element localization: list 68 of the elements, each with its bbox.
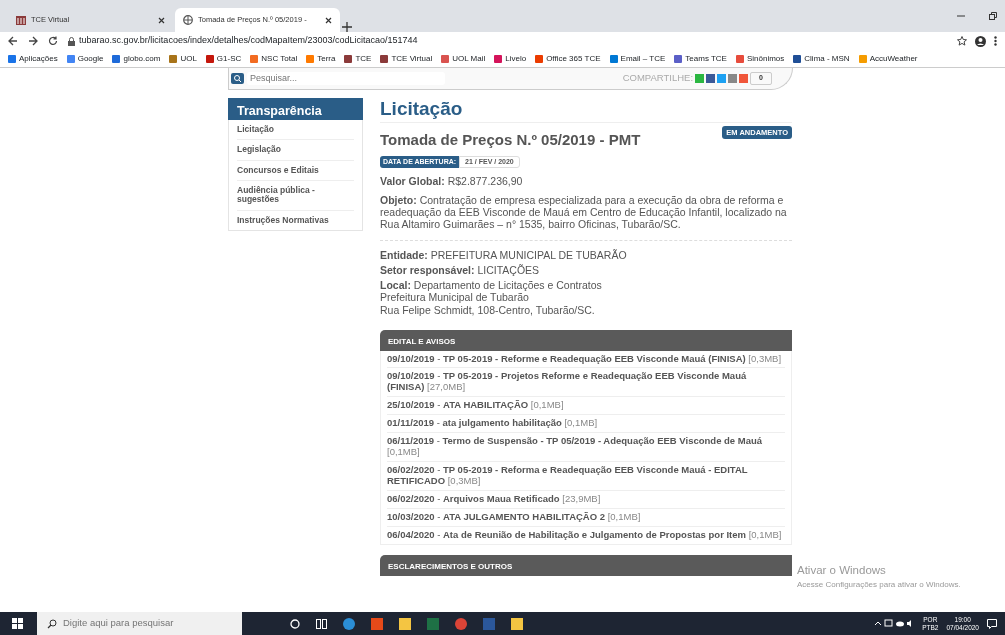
tender-title: Tomada de Preços N.º 05/2019 - PMT (380, 130, 641, 150)
activation-title: Ativar o Windows (797, 563, 887, 578)
close-icon[interactable] (325, 16, 332, 24)
sidebar-title: Transparência (228, 98, 363, 120)
sidebar-item[interactable]: Concursos e Editais (237, 160, 354, 182)
profile-icon[interactable] (975, 35, 986, 47)
detail-text: Setor responsável: LICITAÇÕES (380, 264, 541, 277)
bookmark-item[interactable]: Livelo (494, 52, 527, 65)
notification-icon[interactable] (987, 618, 997, 629)
close-icon[interactable] (158, 16, 165, 24)
new-tab-icon[interactable] (342, 22, 352, 32)
activation-text: Acesse Configurações para ativar o Windows. (797, 579, 961, 592)
minimize-icon[interactable] (957, 12, 965, 20)
bookmark-item[interactable]: Office 365 TCE (535, 52, 601, 65)
section-header: EDITAL E AVISOS (380, 329, 792, 351)
section-header: ESCLARECIMENTOS E OUTROS (380, 554, 792, 576)
lock-icon (68, 36, 75, 46)
bookmark-item[interactable]: TCE Virtual (380, 52, 433, 65)
document-link[interactable]: 25/10/2019 - ATA HABILITAÇÃO [0,1MB] (387, 397, 785, 416)
field-text: Objeto: Contratação de empresa especializada para a execução da obra de reforma e readequação da EEB Visconde de Mauá em Centro de Educação Infantil, localizado na Rua Altamiro Guimarães – n° 1535, bairro Oficinas, Tubarão/SC. (380, 194, 788, 231)
bookmark-item[interactable]: UOL Mail (441, 52, 486, 65)
bookmark-item[interactable]: Terra (306, 52, 336, 65)
share-label: COMPARTILHE: (622, 71, 694, 86)
document-link[interactable]: 06/04/2020 - Ata de Reunião de Habilitação e Julgamento de Propostas por Item [0,1MB] (387, 526, 785, 544)
document-link[interactable]: 09/10/2019 - TP 05-2019 - Projetos Reforme e Readequação EEB Visconde Mauá (FINISA) [27,0MB] (387, 368, 785, 398)
sidebar-item[interactable]: Instruções Normativas (237, 210, 354, 231)
sidebar-item[interactable]: Legislação (237, 140, 354, 161)
search-icon[interactable] (231, 73, 244, 84)
bookmark-item[interactable]: globo.com (112, 52, 161, 65)
bookmark-item[interactable]: Clima - MSN (793, 52, 850, 65)
search-icon (47, 618, 57, 629)
document-link[interactable]: 10/03/2020 - ATA JULGAMENTO HABILITAÇÃO 2 [0,1MB] (387, 508, 785, 527)
detail-text: Entidade: PREFEITURA MUNICIPAL DE TUBARÃO (380, 249, 628, 262)
bookmark-item[interactable]: TCE (344, 52, 372, 65)
bookmark-item[interactable]: AccuWeather (858, 52, 918, 65)
more-icon[interactable] (994, 36, 997, 46)
document-link[interactable]: 09/10/2019 - TP 05-2019 - Reforme e Readequação EEB Visconde Mauá (FINISA) [0,3MB] (387, 350, 785, 369)
bookmark-item[interactable]: Email – TCE (609, 52, 666, 65)
taskbar-search-field[interactable]: Digite aqui para pesquisar (63, 616, 233, 631)
document-link[interactable]: 01/11/2019 - ata julgamento habilitação [0,1MB] (387, 415, 785, 434)
cortana-icon[interactable] (290, 618, 300, 629)
forward-icon[interactable] (28, 36, 38, 46)
bookmark-item[interactable]: Teams TCE (674, 52, 727, 65)
page-heading: Licitação (380, 99, 792, 123)
search-field[interactable]: Pesquisar... (247, 72, 445, 85)
bookmark-item[interactable]: G1-SC (205, 52, 242, 65)
back-icon[interactable] (8, 36, 18, 46)
reload-icon[interactable] (48, 36, 58, 46)
document-link[interactable]: 06/02/2020 - TP 05-2019 - Reforma e Readequação EEB Visconde Mauá - EDITAL RETIFICADO [0,3MB] (387, 462, 785, 491)
sidebar-item[interactable]: Licitação (237, 120, 354, 141)
sidebar-item[interactable]: Audiência pública - sugestões (237, 181, 354, 211)
document-link[interactable]: 06/02/2020 - Arquivos Maua Retificado [23,9MB] (387, 490, 785, 509)
task-view-icon[interactable] (316, 618, 327, 629)
bookmark-item[interactable]: UOL (169, 52, 197, 65)
taskbar-search-box[interactable]: Digite aqui para pesquisar (37, 612, 242, 635)
globe-icon (183, 15, 193, 25)
detail-text: Local: Departamento de Licitações e Contratos Prefeitura Municipal de Tubarão Rua Felipe Schmidt, 108-Centro, Tubarão/SC. (380, 279, 603, 316)
bookmark-item[interactable]: Sinônimos (735, 52, 785, 65)
document-link[interactable]: 06/11/2019 - Termo de Suspensão - TP 05/2019 - Adequação EEB Visconde de Mauá [0,1MB] (387, 433, 785, 462)
start-icon[interactable] (12, 618, 23, 629)
star-icon[interactable] (957, 36, 967, 46)
bookmark-item[interactable]: Google (66, 52, 104, 65)
building-icon (16, 15, 26, 25)
bookmark-item[interactable]: NSC Total (250, 52, 298, 65)
restore-icon[interactable] (989, 12, 997, 20)
address-field[interactable]: tubarao.sc.gov.br/licitacoes/index/detalhes/codMapaItem/23003/codLicitacao/151744 (79, 34, 418, 48)
bookmark-item[interactable]: Aplicações (8, 52, 58, 65)
field-text: Valor Global: R$2.877.236,90 (380, 175, 524, 188)
